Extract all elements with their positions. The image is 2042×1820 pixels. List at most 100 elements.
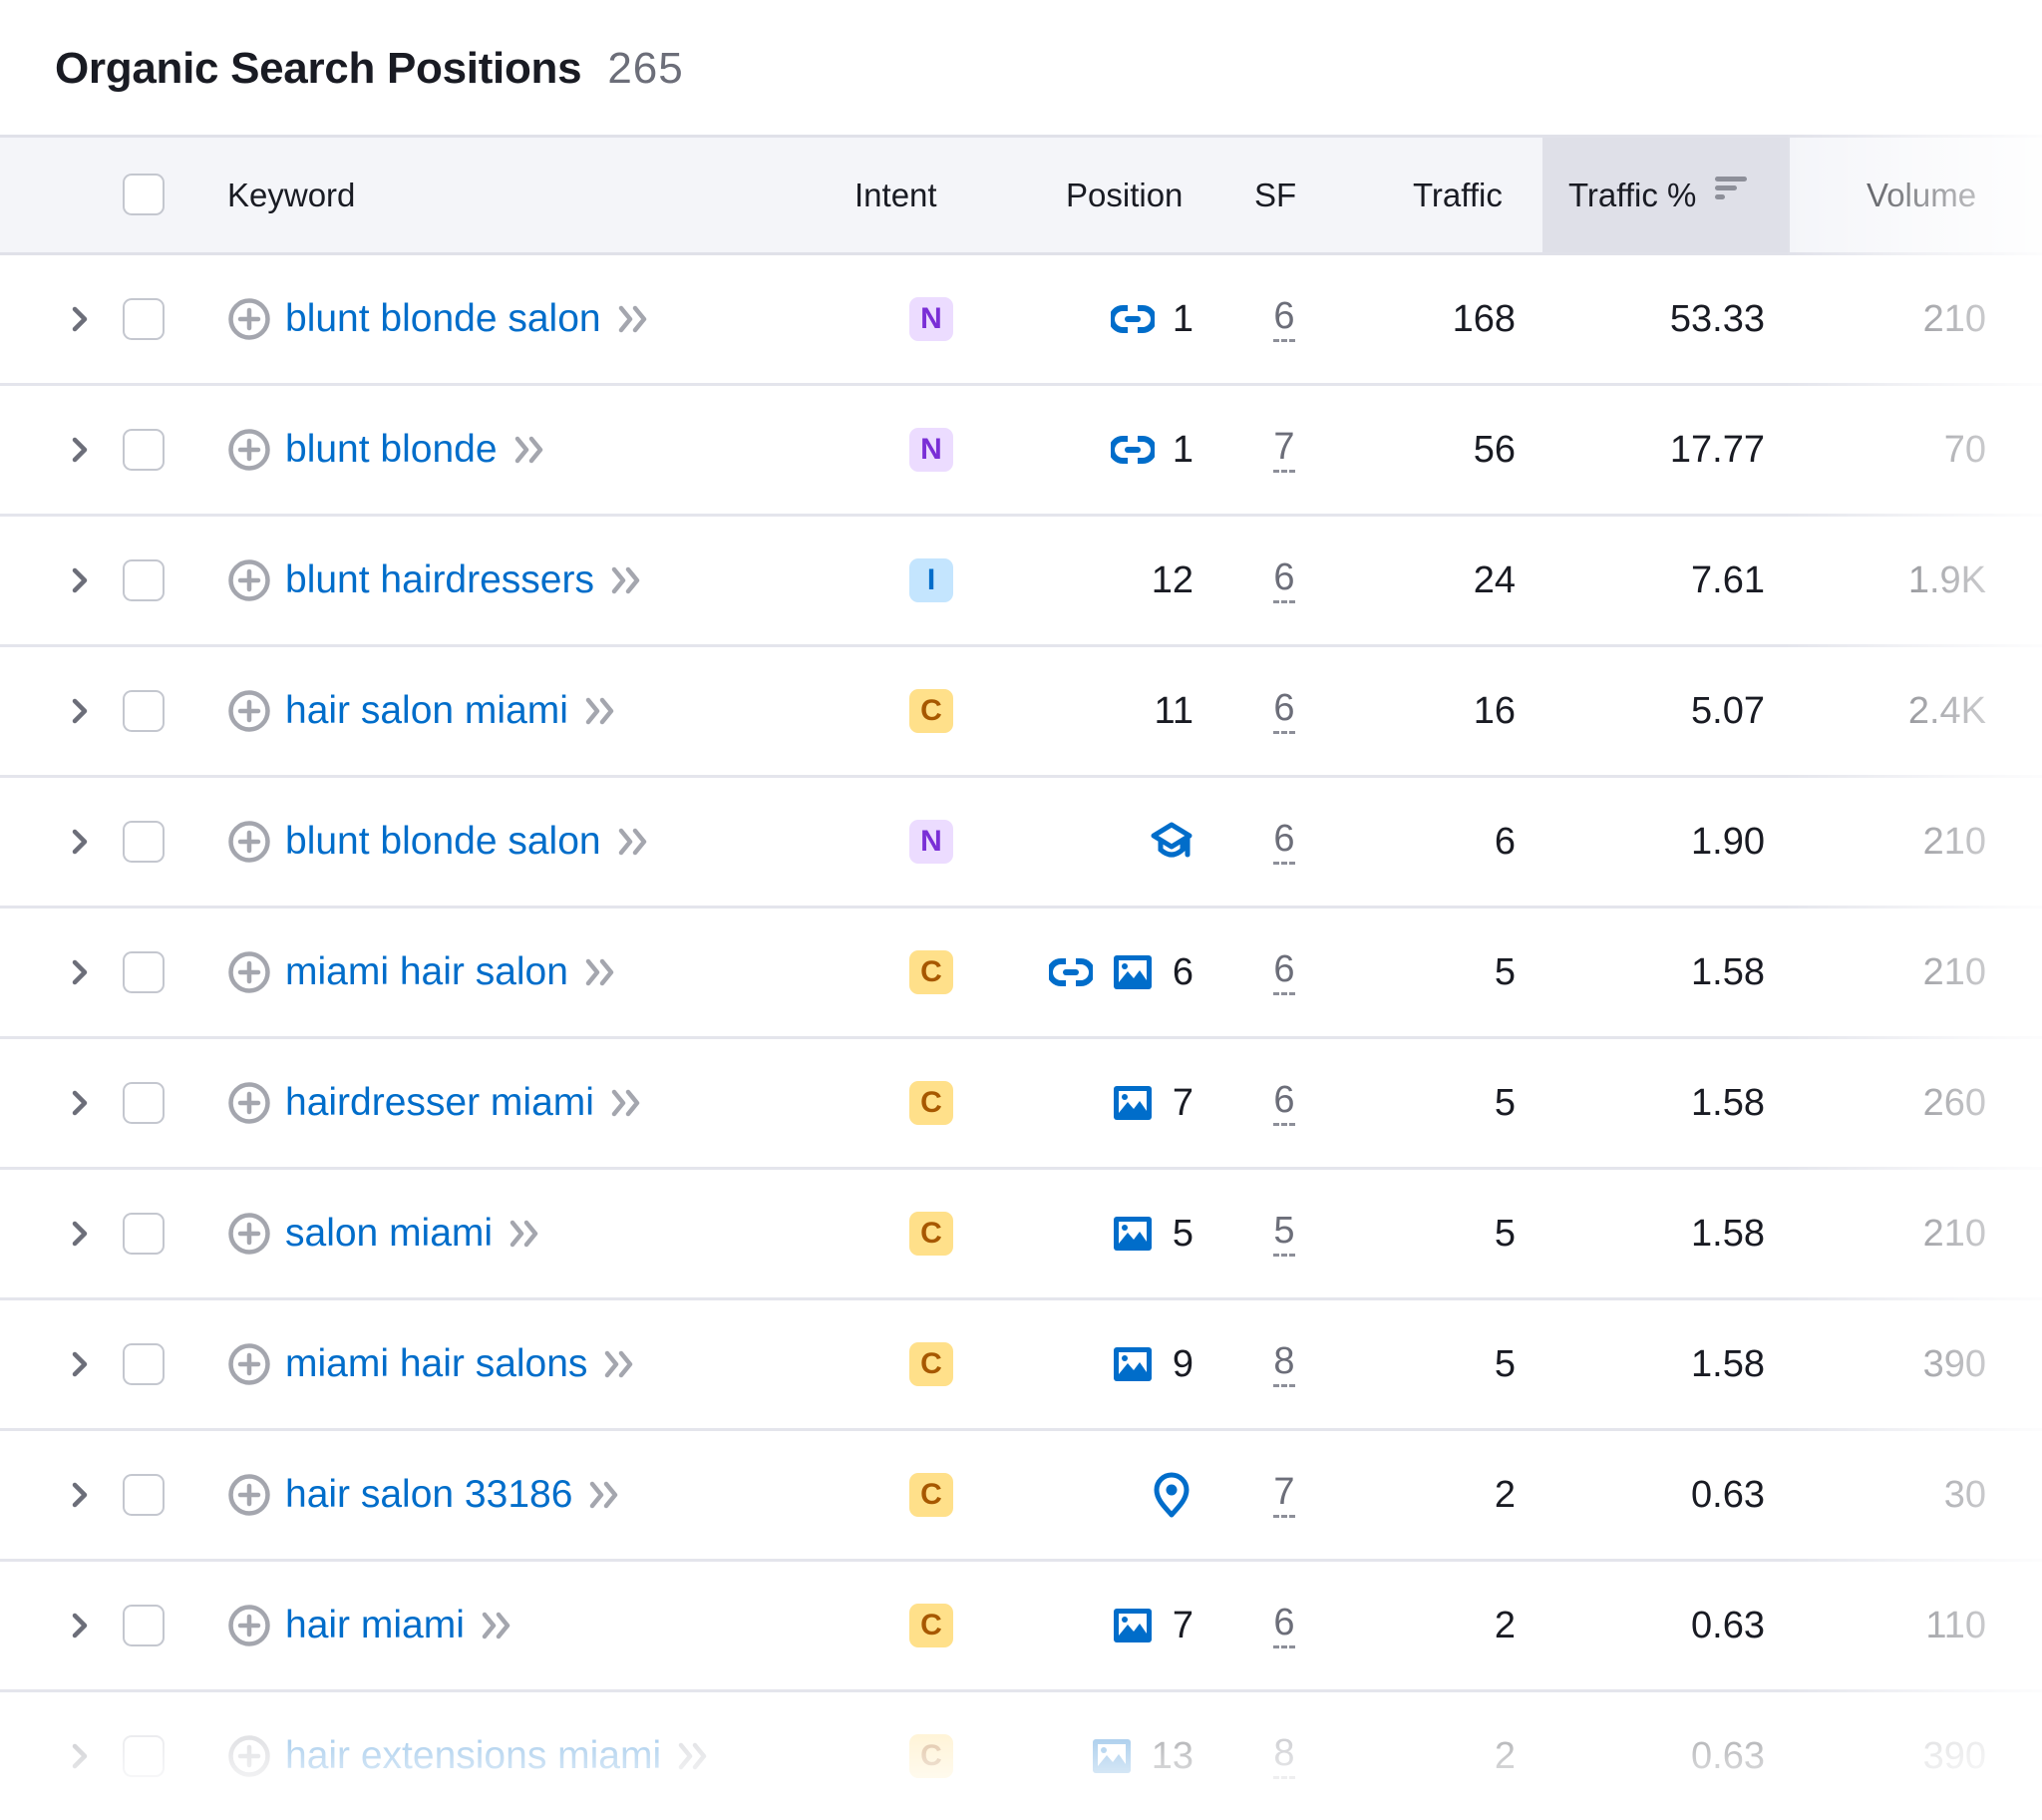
open-serp-chevrons-icon[interactable] — [677, 1741, 711, 1771]
open-serp-chevrons-icon[interactable] — [617, 304, 651, 334]
column-header-intent[interactable]: Intent — [854, 138, 937, 252]
add-to-list-icon[interactable] — [227, 297, 271, 341]
add-to-list-icon[interactable] — [227, 558, 271, 602]
add-to-list-icon[interactable] — [227, 428, 271, 472]
open-serp-chevrons-icon[interactable] — [610, 1088, 644, 1118]
row-checkbox[interactable] — [123, 559, 165, 601]
open-serp-chevrons-icon[interactable] — [584, 696, 618, 726]
keyword-link[interactable]: blunt blonde salon — [285, 297, 601, 341]
open-serp-chevrons-icon[interactable] — [584, 957, 618, 987]
row-checkbox[interactable] — [123, 1213, 165, 1255]
table-row[interactable]: hair salon 33186 C 7 2 0.63 30 — [0, 1431, 2042, 1562]
open-serp-chevrons-icon[interactable] — [610, 565, 644, 595]
table-row[interactable]: miami hair salons C 9 8 5 1.58 390 — [0, 1300, 2042, 1431]
keyword-link[interactable]: salon miami — [285, 1212, 493, 1256]
expand-row-chevron-icon[interactable] — [66, 1742, 94, 1770]
serp-features-count[interactable]: 6 — [1273, 689, 1295, 734]
row-checkbox[interactable] — [123, 821, 165, 863]
volume-value: 390 — [1922, 1342, 1986, 1385]
open-serp-chevrons-icon[interactable] — [603, 1349, 637, 1379]
row-checkbox[interactable] — [123, 1735, 165, 1777]
row-checkbox[interactable] — [123, 1082, 165, 1124]
expand-row-chevron-icon[interactable] — [66, 828, 94, 856]
table-row[interactable]: hair salon miami C 11 6 16 5.07 2.4K — [0, 647, 2042, 778]
table-row[interactable]: blunt blonde salon N 1 6 168 53.33 210 — [0, 255, 2042, 386]
keyword-link[interactable]: hair salon 33186 — [285, 1473, 572, 1517]
serp-features-count[interactable]: 6 — [1273, 950, 1295, 995]
expand-row-chevron-icon[interactable] — [66, 436, 94, 464]
position-value: 9 — [1172, 1342, 1193, 1385]
open-serp-chevrons-icon[interactable] — [588, 1480, 622, 1510]
keyword-link[interactable]: blunt hairdressers — [285, 558, 594, 602]
row-checkbox[interactable] — [123, 690, 165, 732]
serp-features-count[interactable]: 7 — [1273, 428, 1295, 473]
serp-features-count[interactable]: 6 — [1273, 558, 1295, 603]
keyword-link[interactable]: hairdresser miami — [285, 1081, 594, 1125]
add-to-list-icon[interactable] — [227, 1081, 271, 1125]
expand-row-chevron-icon[interactable] — [66, 697, 94, 725]
serp-features-count[interactable]: 5 — [1273, 1212, 1295, 1257]
traffic-percent-value: 17.77 — [1669, 428, 1765, 471]
add-to-list-icon[interactable] — [227, 689, 271, 733]
row-checkbox[interactable] — [123, 1605, 165, 1646]
row-checkbox[interactable] — [123, 1343, 165, 1385]
column-header-sf[interactable]: SF — [1254, 138, 1296, 252]
row-checkbox[interactable] — [123, 429, 165, 471]
keyword-link[interactable]: hair salon miami — [285, 689, 568, 733]
expand-row-chevron-icon[interactable] — [66, 1481, 94, 1509]
add-to-list-icon[interactable] — [227, 820, 271, 864]
keyword-link[interactable]: blunt blonde salon — [285, 820, 601, 864]
serp-features-count[interactable]: 6 — [1273, 297, 1295, 342]
column-header-keyword[interactable]: Keyword — [227, 138, 355, 252]
open-serp-chevrons-icon[interactable] — [617, 827, 651, 857]
table-row[interactable]: salon miami C 5 5 5 1.58 210 — [0, 1170, 2042, 1300]
row-checkbox[interactable] — [123, 1474, 165, 1516]
open-serp-chevrons-icon[interactable] — [481, 1611, 514, 1640]
sort-descending-icon[interactable] — [1714, 175, 1748, 202]
open-serp-chevrons-icon[interactable] — [513, 435, 547, 465]
keyword-link[interactable]: hair extensions miami — [285, 1734, 661, 1778]
keyword-link[interactable]: miami hair salon — [285, 950, 568, 994]
column-header-traffic-pct[interactable]: Traffic % — [1542, 138, 1790, 252]
traffic-value: 2 — [1494, 1604, 1516, 1646]
column-header-position[interactable]: Position — [1066, 138, 1183, 252]
expand-row-chevron-icon[interactable] — [66, 1089, 94, 1117]
expand-row-chevron-icon[interactable] — [66, 958, 94, 986]
expand-row-chevron-icon[interactable] — [66, 1220, 94, 1248]
table-row[interactable]: blunt blonde N 1 7 56 17.77 70 — [0, 386, 2042, 517]
link-icon — [1110, 428, 1155, 472]
column-header-volume[interactable]: Volume — [1867, 138, 1976, 252]
keyword-link[interactable]: blunt blonde — [285, 428, 498, 472]
table-row[interactable]: hair miami C 7 6 2 0.63 110 — [0, 1562, 2042, 1692]
serp-features-count[interactable]: 6 — [1273, 820, 1295, 865]
traffic-percent-value: 0.63 — [1691, 1734, 1765, 1777]
table-row[interactable]: blunt hairdressers I 12 6 24 7.61 1.9K — [0, 517, 2042, 647]
image-icon — [1111, 1604, 1155, 1647]
add-to-list-icon[interactable] — [227, 1342, 271, 1386]
table-row[interactable]: hairdresser miami C 7 6 5 1.58 260 — [0, 1039, 2042, 1170]
column-header-traffic[interactable]: Traffic — [1413, 138, 1503, 252]
serp-features-count[interactable]: 6 — [1273, 1604, 1295, 1648]
keyword-link[interactable]: miami hair salons — [285, 1342, 587, 1386]
table-row[interactable]: hair extensions miami C 13 8 2 0.63 390 — [0, 1692, 2042, 1820]
keyword-link[interactable]: hair miami — [285, 1604, 465, 1647]
serp-features-count[interactable]: 8 — [1273, 1342, 1295, 1387]
row-checkbox[interactable] — [123, 951, 165, 993]
serp-features-count[interactable]: 6 — [1273, 1081, 1295, 1126]
serp-features-count[interactable]: 8 — [1273, 1734, 1295, 1779]
table-row[interactable]: miami hair salon C 6 6 5 1.58 210 — [0, 909, 2042, 1039]
add-to-list-icon[interactable] — [227, 1473, 271, 1517]
row-checkbox[interactable] — [123, 298, 165, 340]
serp-features-count[interactable]: 7 — [1273, 1473, 1295, 1518]
select-all-checkbox[interactable] — [123, 174, 165, 215]
add-to-list-icon[interactable] — [227, 950, 271, 994]
add-to-list-icon[interactable] — [227, 1604, 271, 1647]
add-to-list-icon[interactable] — [227, 1212, 271, 1256]
expand-row-chevron-icon[interactable] — [66, 1350, 94, 1378]
table-row[interactable]: blunt blonde salon N 6 6 1.90 210 — [0, 778, 2042, 909]
add-to-list-icon[interactable] — [227, 1734, 271, 1778]
expand-row-chevron-icon[interactable] — [66, 1612, 94, 1639]
open-serp-chevrons-icon[interactable] — [509, 1219, 542, 1249]
expand-row-chevron-icon[interactable] — [66, 566, 94, 594]
expand-row-chevron-icon[interactable] — [66, 305, 94, 333]
